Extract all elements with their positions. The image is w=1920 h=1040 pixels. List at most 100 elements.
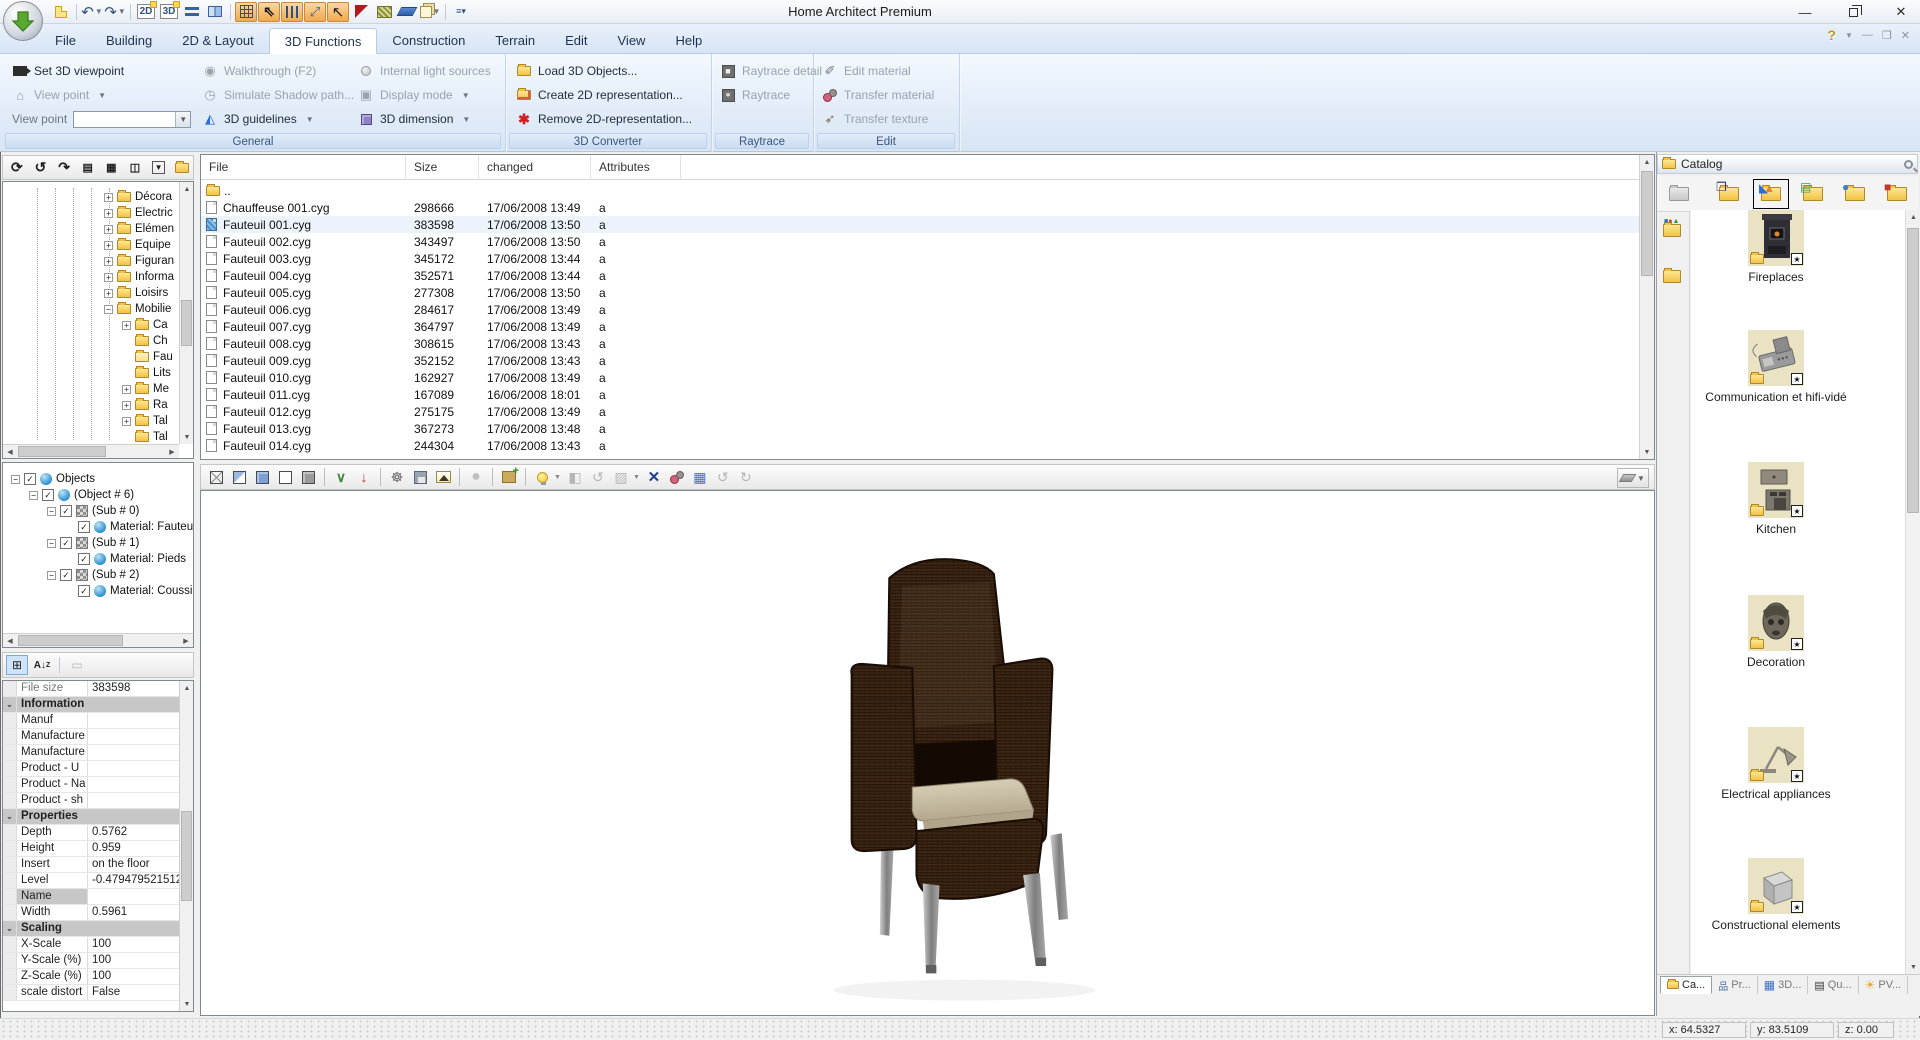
property-row-height[interactable]: Height0.959 <box>3 841 180 857</box>
scroll-up-icon[interactable]: ▲ <box>1640 155 1654 169</box>
tree-item-elémen[interactable]: +Elémen <box>104 221 174 237</box>
property-row-y-scale-[interactable]: Y-Scale (%)100 <box>3 953 180 969</box>
checkbox-icon[interactable]: ✓ <box>78 521 90 533</box>
tree-expander-icon[interactable]: + <box>122 385 131 394</box>
property-row-width[interactable]: Width0.5961 <box>3 905 180 921</box>
scroll-up-icon[interactable]: ▲ <box>180 182 194 196</box>
file-row[interactable]: Fauteuil 012.cyg27517517/06/2008 13:49a <box>201 403 1639 420</box>
scroll-down-icon[interactable]: ▼ <box>1906 960 1920 974</box>
view-3d-icon[interactable]: 3D <box>158 2 180 22</box>
tab-building[interactable]: Building <box>91 28 167 54</box>
property-section-properties[interactable]: ⌄Properties <box>3 809 180 825</box>
customize-toolbar-icon[interactable]: ≡▾ <box>450 2 472 22</box>
tab-terrain[interactable]: Terrain <box>480 28 550 54</box>
details-view-icon[interactable]: ▤ <box>77 158 99 178</box>
object-tree-item[interactable]: −✓(Sub # 1) <box>47 535 139 551</box>
edit-material-button[interactable]: ✐ Edit material <box>818 61 915 81</box>
mdi-minimize-button[interactable]: — <box>1862 29 1873 41</box>
scroll-down-icon[interactable]: ▼ <box>180 430 194 444</box>
catalog-tab-3d[interactable]: ▦3D... <box>1758 976 1809 994</box>
tab-documents-icon[interactable]: ▤ <box>1795 179 1831 209</box>
walkthrough-button[interactable]: ◉ Walkthrough (F2) <box>198 61 320 81</box>
catalog-item-mask[interactable]: ★Decoration <box>1691 595 1861 669</box>
scroll-up-icon[interactable]: ▲ <box>1906 210 1920 224</box>
catalog-item-cube[interactable]: ★Constructional elements <box>1691 858 1861 932</box>
rotate-left-icon[interactable]: ↺ <box>712 467 734 487</box>
column-display-icon[interactable] <box>281 2 303 22</box>
tab-objects-icon[interactable]: ◣▲ <box>1753 179 1789 209</box>
catalog-tab-pr[interactable]: 品Pr... <box>1712 976 1758 994</box>
object-tree-item[interactable]: −✓(Sub # 0) <box>47 503 139 519</box>
undo-icon[interactable]: ↶▼ <box>81 2 103 22</box>
tab-help[interactable]: Help <box>660 28 717 54</box>
tree-item-ch[interactable]: Ch <box>122 333 168 349</box>
refresh-icon[interactable]: ⟳ <box>6 158 28 178</box>
view-point-button[interactable]: ⌂ View point▼ <box>8 85 110 105</box>
categorized-view-icon[interactable]: ⊞ <box>6 655 28 675</box>
property-row-manufacture[interactable]: Manufacture <box>3 745 180 761</box>
viewport-display-option-button[interactable]: ▼ <box>1617 468 1649 488</box>
export-image-icon[interactable] <box>432 467 454 487</box>
scroll-left-icon[interactable]: ◀ <box>3 445 17 459</box>
rotate-cw-icon[interactable]: ↷ <box>53 158 75 178</box>
property-pages-icon[interactable]: ▭ <box>66 655 88 675</box>
layers-icon[interactable]: ▼ <box>419 2 441 22</box>
tab-textures-icon[interactable]: ■ <box>1879 179 1915 209</box>
tab-file[interactable]: File <box>40 28 91 54</box>
tab-edit[interactable]: Edit <box>550 28 602 54</box>
shading-options-icon[interactable]: ▨ <box>610 467 632 487</box>
object-tree-item[interactable]: −✓Objects <box>11 471 95 487</box>
scroll-down-icon[interactable]: ▼ <box>1640 445 1654 459</box>
raytrace-detail-button[interactable]: ■ Raytrace detail <box>716 61 826 81</box>
import-object-icon[interactable] <box>498 467 520 487</box>
scroll-right-icon[interactable]: ▶ <box>179 634 193 648</box>
select-cursor-icon[interactable]: ↖ <box>327 2 349 22</box>
rotate-ccw-icon[interactable]: ↺ <box>30 158 52 178</box>
scroll-down-icon[interactable]: ▼ <box>180 997 194 1011</box>
set-3d-viewpoint-button[interactable]: Set 3D viewpoint <box>8 61 128 81</box>
file-row[interactable]: Fauteuil 014.cyg24430417/06/2008 13:43a <box>201 437 1639 454</box>
internal-light-sources-button[interactable]: Internal light sources <box>354 61 495 81</box>
tree-item-me[interactable]: +Me <box>122 381 169 397</box>
file-row[interactable]: Fauteuil 009.cyg35215217/06/2008 13:43a <box>201 352 1639 369</box>
scroll-right-icon[interactable]: ▶ <box>165 445 179 459</box>
object-tree-item[interactable]: −✓(Sub # 2) <box>47 567 139 583</box>
checkbox-icon[interactable]: ✓ <box>42 489 54 501</box>
minimize-button[interactable]: — <box>1794 5 1816 20</box>
tree-item-mobilie[interactable]: −Mobilie <box>104 301 171 317</box>
tab-2d-layout[interactable]: 2D & Layout <box>167 28 269 54</box>
property-row-manufacture[interactable]: Manufacture <box>3 729 180 745</box>
tree-expander-icon[interactable]: − <box>11 475 20 484</box>
property-row-insert[interactable]: Inserton the floor <box>3 857 180 873</box>
file-row[interactable]: Fauteuil 011.cyg16708916/06/2008 18:01a <box>201 386 1639 403</box>
catalog-item-fireplace[interactable]: ★Fireplaces <box>1691 210 1861 284</box>
horizontal-split-icon[interactable] <box>181 2 203 22</box>
file-row[interactable]: Fauteuil 008.cyg30861517/06/2008 13:43a <box>201 335 1639 352</box>
file-row[interactable]: Fauteuil 007.cyg36479717/06/2008 13:49a <box>201 318 1639 335</box>
property-row-product-u[interactable]: Product - U <box>3 761 180 777</box>
property-row-file-size[interactable]: File size 383598 <box>3 681 180 697</box>
load-3d-objects-button[interactable]: Load 3D Objects... <box>512 61 641 81</box>
search-icon[interactable] <box>1904 160 1913 169</box>
property-section-information[interactable]: ⌄Information <box>3 697 180 713</box>
simulate-shadow-button[interactable]: ◷ Simulate Shadow path... <box>198 85 358 105</box>
checkbox-icon[interactable]: ✓ <box>60 505 72 517</box>
tab-windows-icon[interactable]: ❒ <box>1711 179 1747 209</box>
checkbox-icon[interactable]: ✓ <box>78 585 90 597</box>
catalog-tab-pv[interactable]: ☀PV... <box>1859 976 1909 994</box>
tree-expander-icon[interactable]: + <box>104 257 113 266</box>
tree-item-lits[interactable]: Lits <box>122 365 171 381</box>
checkbox-icon[interactable]: ✓ <box>24 473 36 485</box>
table-view-icon[interactable]: ▦ <box>689 467 711 487</box>
catalog-item-kitchen[interactable]: ★Kitchen <box>1691 462 1861 536</box>
column-header-attributes[interactable]: Attributes <box>591 155 681 180</box>
property-section-scaling[interactable]: ⌄Scaling <box>3 921 180 937</box>
display-mode-button[interactable]: ▣ Display mode▼ <box>354 85 474 105</box>
tree-item-décora[interactable]: +Décora <box>104 189 172 205</box>
filter-icon[interactable]: ▼ <box>148 158 170 178</box>
tree-item-informa[interactable]: +Informa <box>104 269 174 285</box>
column-header-size[interactable]: Size <box>406 155 479 180</box>
tree-expander-icon[interactable]: − <box>29 491 38 500</box>
dropdown-arrow-icon[interactable]: ▼ <box>633 474 640 481</box>
fit-view-icon[interactable]: ✕ <box>643 467 665 487</box>
